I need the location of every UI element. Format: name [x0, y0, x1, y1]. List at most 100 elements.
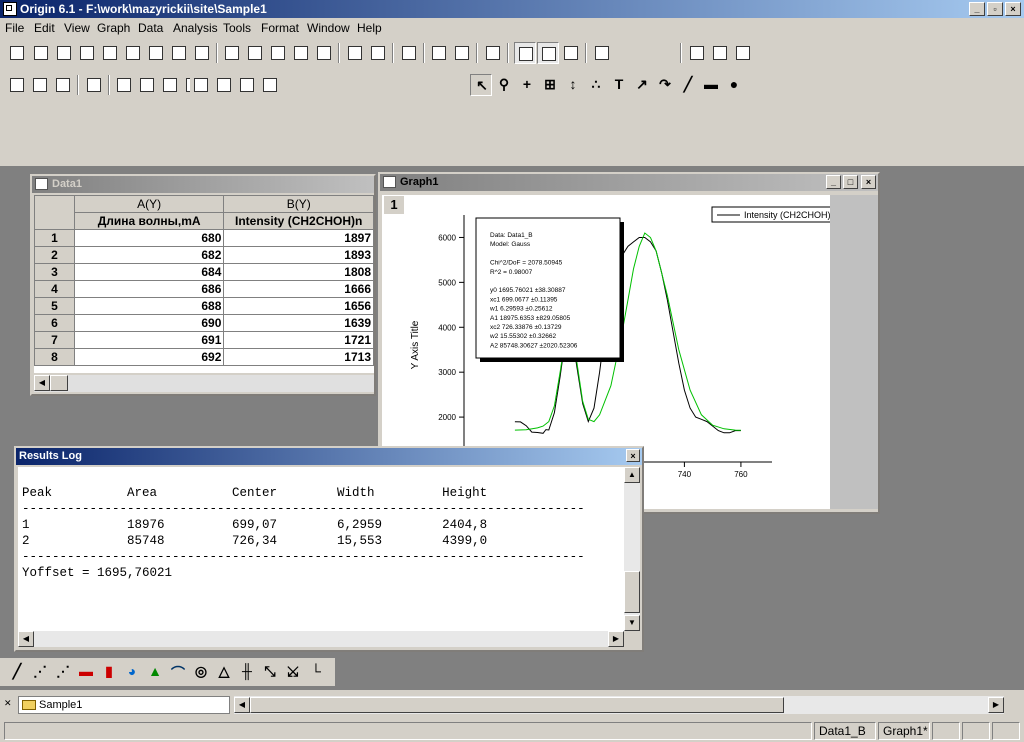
- row-number[interactable]: 4: [34, 280, 75, 298]
- table-row[interactable]: 2 682 1893: [34, 246, 374, 264]
- draw-data-icon[interactable]: ∴: [585, 74, 607, 96]
- cell-b[interactable]: 1721: [223, 331, 374, 349]
- fill-area-icon[interactable]: ⌒: [167, 661, 189, 683]
- new-project-icon[interactable]: [6, 42, 28, 64]
- table-row[interactable]: 8 692 1713: [34, 348, 374, 366]
- rectangle-tool-icon[interactable]: ▬: [700, 74, 722, 96]
- new-excel-icon[interactable]: [53, 42, 75, 64]
- corner-cell[interactable]: [34, 195, 75, 230]
- cell-a[interactable]: 684: [73, 263, 225, 281]
- row-number[interactable]: 1: [34, 229, 75, 247]
- menu-data[interactable]: Data: [138, 21, 163, 35]
- template-plot-icon[interactable]: └: [305, 661, 327, 683]
- add-window-icon[interactable]: [591, 42, 613, 64]
- scroll-thumb[interactable]: [250, 697, 784, 713]
- new-matrix-icon[interactable]: [122, 42, 144, 64]
- column-header-a[interactable]: A(Y): [73, 195, 225, 213]
- graph-title-bar[interactable]: Graph1 _ □ ×: [380, 174, 878, 191]
- menu-file[interactable]: File: [5, 21, 24, 35]
- pie-chart-icon[interactable]: ◕: [121, 661, 143, 683]
- scroll-thumb[interactable]: [50, 375, 68, 391]
- cell-b[interactable]: 1897: [223, 229, 374, 247]
- cell-a[interactable]: 690: [73, 314, 225, 332]
- bar-plot-icon[interactable]: ▬: [75, 661, 97, 683]
- zoom-in-icon[interactable]: [6, 74, 28, 96]
- menu-graph[interactable]: Graph: [97, 21, 130, 35]
- menu-help[interactable]: Help: [357, 21, 382, 35]
- table-row[interactable]: 4 686 1666: [34, 280, 374, 298]
- whole-page-icon[interactable]: [52, 74, 74, 96]
- column-label-b[interactable]: Intensity (CH2CHOH)n: [223, 212, 374, 230]
- circle-tool-icon[interactable]: ●: [723, 74, 745, 96]
- arrow-tool-icon[interactable]: ↗: [631, 74, 653, 96]
- results-log-close-button[interactable]: ×: [626, 449, 640, 462]
- row-number[interactable]: 8: [34, 348, 75, 366]
- worksheet-grid[interactable]: A(Y) B(Y) Длина волны,mA Intensity (CH2C…: [34, 195, 374, 373]
- results-log-vscrollbar[interactable]: ▲ ▼: [624, 467, 640, 631]
- cut-icon[interactable]: [686, 42, 708, 64]
- import-multiple-icon[interactable]: [367, 42, 389, 64]
- table-row[interactable]: 7 691 1721: [34, 331, 374, 349]
- worksheet-title-bar[interactable]: Data1: [32, 176, 374, 193]
- cell-b[interactable]: 1808: [223, 263, 374, 281]
- menu-analysis[interactable]: Analysis: [173, 21, 218, 35]
- layer-merge-icon[interactable]: [159, 74, 181, 96]
- row-number[interactable]: 2: [34, 246, 75, 264]
- layer-number[interactable]: 1: [384, 196, 404, 214]
- column-plot-icon[interactable]: ▮: [98, 661, 120, 683]
- row-number[interactable]: 7: [34, 331, 75, 349]
- curved-arrow-icon[interactable]: ↷: [654, 74, 676, 96]
- layer-add-icon[interactable]: [113, 74, 135, 96]
- menu-tools[interactable]: Tools: [223, 21, 251, 35]
- table-row[interactable]: 3 684 1808: [34, 263, 374, 281]
- taskbar-hscrollbar[interactable]: ◀ ▶: [234, 696, 1004, 714]
- copy-icon[interactable]: [709, 42, 731, 64]
- script-window-icon[interactable]: [537, 42, 559, 64]
- close-button[interactable]: ×: [1005, 2, 1021, 16]
- new-excel-book-icon[interactable]: [191, 42, 213, 64]
- row-number[interactable]: 5: [34, 297, 75, 315]
- cell-b[interactable]: 1639: [223, 314, 374, 332]
- new-notes-icon[interactable]: [168, 42, 190, 64]
- scroll-thumb[interactable]: [624, 571, 640, 613]
- graph-close-button[interactable]: ×: [861, 175, 876, 189]
- text-tool-icon[interactable]: T: [608, 74, 630, 96]
- column-label-a[interactable]: Длина волны,mA: [73, 212, 225, 230]
- table-row[interactable]: 6 690 1639: [34, 314, 374, 332]
- cell-b[interactable]: 1656: [223, 297, 374, 315]
- cell-a[interactable]: 686: [73, 280, 225, 298]
- table-row[interactable]: 5 688 1656: [34, 297, 374, 315]
- pointer-tool-icon[interactable]: ↖: [470, 74, 492, 96]
- polar-plot-icon[interactable]: ◎: [190, 661, 212, 683]
- new-worksheet-icon[interactable]: [30, 42, 52, 64]
- import-ascii-icon[interactable]: [344, 42, 366, 64]
- cell-a[interactable]: 692: [73, 348, 225, 366]
- code-builder-icon[interactable]: [560, 42, 582, 64]
- screen-reader-icon[interactable]: +: [516, 74, 538, 96]
- results-log-window[interactable]: Results Log × Peak Area Center Width Hei…: [14, 446, 644, 652]
- cell-a[interactable]: 682: [73, 246, 225, 264]
- pin-icon[interactable]: ✕: [4, 698, 14, 710]
- worksheet-window[interactable]: Data1 A(Y) B(Y) Длина волны,mA Intensity…: [30, 174, 376, 396]
- results-log-title-bar[interactable]: Results Log ×: [16, 448, 642, 465]
- zoom-tool-icon[interactable]: ⚲: [493, 74, 515, 96]
- worksheet-hscrollbar[interactable]: ◀: [34, 375, 374, 392]
- zoom-out-icon[interactable]: [29, 74, 51, 96]
- scroll-left-arrow[interactable]: ◀: [18, 631, 34, 647]
- new-graph-icon[interactable]: [76, 42, 98, 64]
- date-time-icon[interactable]: [236, 74, 258, 96]
- error-bar-plot-icon[interactable]: ⤩: [282, 661, 304, 683]
- menu-view[interactable]: View: [64, 21, 90, 35]
- open-folder-icon[interactable]: [221, 42, 243, 64]
- project-tab[interactable]: Sample1: [18, 696, 230, 714]
- results-log-hscrollbar[interactable]: ◀ ▶: [18, 631, 624, 647]
- cell-a[interactable]: 691: [73, 331, 225, 349]
- save-template-icon[interactable]: [313, 42, 335, 64]
- cell-a[interactable]: 680: [73, 229, 225, 247]
- ternary-plot-icon[interactable]: △: [213, 661, 235, 683]
- clock-icon[interactable]: [259, 74, 281, 96]
- cell-b[interactable]: 1666: [223, 280, 374, 298]
- open-template-icon[interactable]: [244, 42, 266, 64]
- scroll-left-arrow[interactable]: ◀: [234, 697, 250, 713]
- scroll-right-arrow[interactable]: ▶: [988, 697, 1004, 713]
